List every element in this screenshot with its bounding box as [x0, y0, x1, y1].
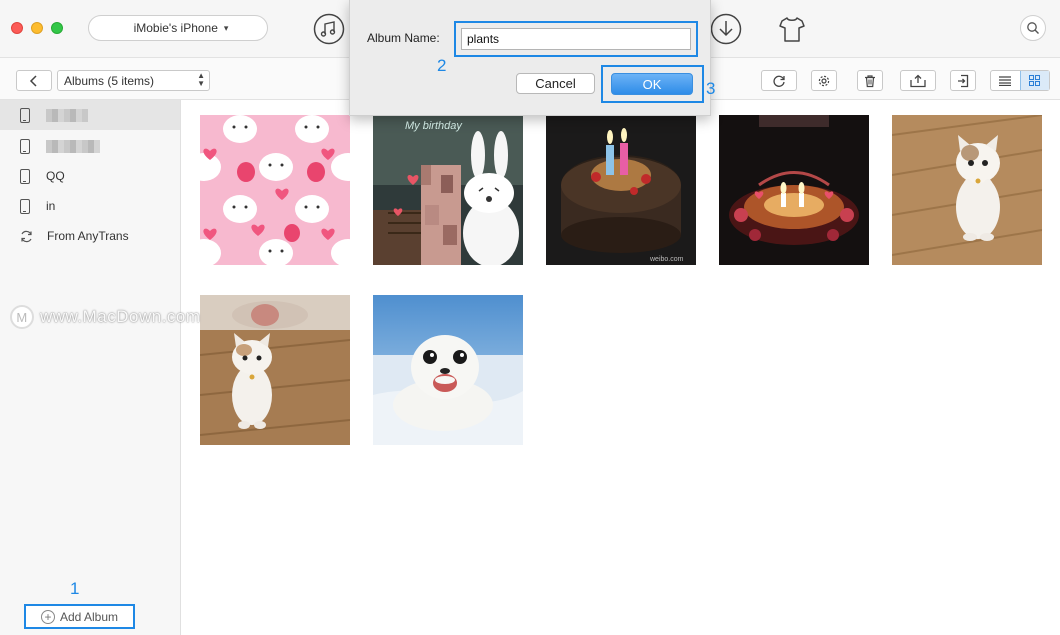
- step-number-1: 1: [70, 579, 80, 598]
- watermark: M www.MacDown.com: [10, 305, 201, 329]
- macdown-logo-icon: M: [10, 305, 34, 329]
- sidebar-item-label-redacted: [46, 108, 88, 122]
- add-album-button[interactable]: + Add Album: [24, 604, 135, 629]
- album-filter-select[interactable]: Albums (5 items) ▲ ▼: [57, 70, 210, 91]
- add-album-label: Add Album: [59, 609, 119, 624]
- sidebar-item-label: From AnyTrans: [47, 229, 129, 243]
- refresh-button[interactable]: [761, 70, 797, 91]
- import-icon: [958, 74, 969, 87]
- app-window: iMobie's iPhone ▾ Albums (5 items) ▲ ▼ Q…: [0, 0, 1060, 635]
- phone-icon: [20, 138, 30, 154]
- photo-thumbnail-bunny-birthday[interactable]: My birthday: [373, 115, 523, 265]
- photo-thumbnail-cat-standing-1[interactable]: [892, 115, 1042, 265]
- highlight-frame: [454, 21, 698, 57]
- chevron-down-icon: ▾: [223, 22, 229, 33]
- plus-icon: +: [40, 609, 55, 624]
- sidebar-item-label: in: [46, 199, 56, 213]
- photo-thumbnail-baby-seal[interactable]: [373, 295, 523, 445]
- list-view-button[interactable]: [991, 71, 1020, 90]
- device-name: iMobie's iPhone: [133, 21, 218, 35]
- updown-icon: ▲ ▼: [197, 71, 205, 88]
- photo-caption: My birthday: [405, 120, 463, 132]
- trash-icon: [865, 74, 875, 87]
- gear-icon: [818, 75, 830, 86]
- view-toggle: [990, 70, 1050, 91]
- sidebar: QQ in From AnyTrans: [0, 100, 181, 635]
- phone-icon: [20, 107, 30, 123]
- grid-view-button[interactable]: [1019, 71, 1049, 90]
- music-icon[interactable]: [313, 13, 345, 45]
- sidebar-item-qq[interactable]: QQ: [0, 161, 180, 191]
- export-icon: [910, 74, 926, 87]
- list-icon: [999, 75, 1012, 86]
- search-icon: [1027, 22, 1039, 34]
- sidebar-item-in[interactable]: in: [0, 191, 180, 221]
- album-name-input[interactable]: [461, 28, 691, 50]
- album-filter-value: Albums (5 items): [64, 73, 155, 88]
- photo-thumbnail-candle-cake[interactable]: [719, 115, 869, 265]
- step-number-3: 3: [706, 79, 716, 98]
- phone-icon: [20, 168, 30, 184]
- step-number-2: 2: [437, 56, 447, 75]
- cancel-button[interactable]: Cancel: [516, 73, 595, 94]
- grid-icon: [1029, 75, 1041, 86]
- settings-button[interactable]: [811, 70, 837, 91]
- highlight-frame: OK: [601, 65, 704, 103]
- sync-icon: [21, 230, 32, 242]
- delete-button[interactable]: [857, 70, 883, 91]
- album-name-label: Album Name:: [367, 31, 440, 45]
- sidebar-item-device-2[interactable]: [0, 131, 180, 161]
- refresh-icon: [773, 75, 785, 87]
- photo-thumbnail-bunny-pattern[interactable]: [200, 115, 350, 265]
- photo-thumbnail-chocolate-cake[interactable]: weibo.com: [546, 115, 696, 265]
- chevron-left-icon: [29, 74, 37, 87]
- minimize-window-button[interactable]: [31, 22, 43, 34]
- new-album-dialog: Album Name: 2 Cancel OK: [349, 0, 711, 116]
- photo-thumbnail-cat-standing-2[interactable]: [200, 295, 350, 445]
- device-selector[interactable]: iMobie's iPhone ▾: [88, 15, 268, 41]
- sidebar-item-label-redacted: [46, 139, 100, 153]
- tshirt-icon[interactable]: [776, 13, 808, 45]
- sidebar-item-device-1[interactable]: [0, 100, 180, 130]
- back-button[interactable]: [16, 70, 52, 91]
- export-to-computer-button[interactable]: [900, 70, 936, 91]
- search-button[interactable]: [1020, 15, 1046, 41]
- maximize-window-button[interactable]: [51, 22, 63, 34]
- ok-button[interactable]: OK: [611, 73, 693, 95]
- phone-icon: [20, 198, 30, 214]
- send-to-device-button[interactable]: [950, 70, 976, 91]
- download-icon[interactable]: [710, 13, 742, 45]
- watermark-text: www.MacDown.com: [40, 307, 201, 326]
- sidebar-item-from-anytrans[interactable]: From AnyTrans: [0, 221, 180, 251]
- sidebar-item-label: QQ: [46, 169, 65, 183]
- close-window-button[interactable]: [11, 22, 23, 34]
- photo-caption: weibo.com: [649, 256, 684, 263]
